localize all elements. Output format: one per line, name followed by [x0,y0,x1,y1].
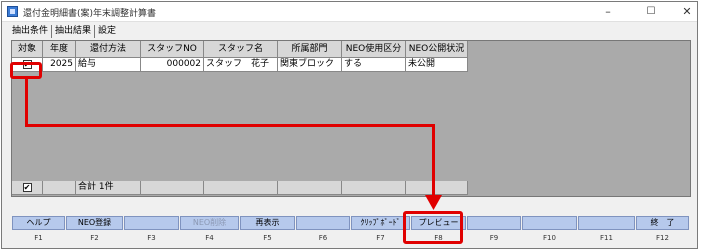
f10-button[interactable] [522,216,577,230]
fkey-label: F7 [376,234,385,242]
results-grid[interactable]: 対象 年度 還付方法 スタッフNO スタッフ名 所属部門 NEO使用区分 NEO… [11,40,691,197]
help-button[interactable]: ヘルプ [12,216,65,230]
cell-year: 2025 [43,58,76,72]
col-header-staff-no[interactable]: スタッフNO [141,41,204,58]
footer-cell [204,181,278,195]
highlight-box-preview [403,211,463,244]
f9-button[interactable] [467,216,521,230]
arrow-line-horizontal [25,124,435,127]
col-header-neo-publish[interactable]: NEO公開状況 [406,41,468,58]
cell-neo-publish: 未公開 [406,58,468,72]
neo-delete-button[interactable]: NEO削除 [180,216,239,230]
select-all-checkbox[interactable]: ✔ [22,183,32,192]
arrow-line-down [25,79,28,127]
neo-register-button[interactable]: NEO登録 [66,216,123,230]
col-header-neo-use[interactable]: NEO使用区分 [342,41,406,58]
footer-cell [141,181,204,195]
footer-cell [342,181,406,195]
maximize-icon[interactable]: ☐ [644,5,658,18]
table-row[interactable]: ✔ 2025 給与 000002 スタッフ 花子 関東ブロック する 未公開 [12,58,468,72]
clipboard-button[interactable]: ｸﾘｯﾌﾟﾎﾞｰﾄﾞ [351,216,410,230]
minimize-icon[interactable]: – [601,5,615,18]
grid-header: 対象 年度 還付方法 スタッフNO スタッフ名 所属部門 NEO使用区分 NEO… [12,41,468,58]
title-bar: 還付金明細書(案)年末調整計算書 – ☐ ✕ [2,2,697,22]
fkey-label: F12 [656,234,669,242]
fkey-label: F2 [90,234,99,242]
fkey-label: F3 [147,234,156,242]
cell-staff-name: スタッフ 花子 [204,58,278,72]
function-key-labels: F1 F2 F3 F4 F5 F6 F7 F8 F9 F10 F11 F12 [12,234,690,242]
footer-check-cell[interactable]: ✔ [12,181,43,195]
close-icon[interactable]: ✕ [680,5,694,18]
tab-settings[interactable]: 設定 [94,25,119,38]
fkey-label: F1 [34,234,43,242]
refresh-button[interactable]: 再表示 [240,216,295,230]
fkey-label: F9 [489,234,499,242]
f11-button[interactable] [578,216,635,230]
fkey-label: F10 [543,234,556,242]
f3-button[interactable] [124,216,179,230]
col-header-refund-method[interactable]: 還付方法 [76,41,141,58]
window-title: 還付金明細書(案)年末調整計算書 [23,9,157,19]
fkey-label: F11 [600,234,613,242]
tab-extract-results[interactable]: 抽出結果 [51,25,94,38]
footer-cell [278,181,342,195]
fkey-label: F6 [318,234,328,242]
footer-cell [43,181,76,195]
exit-button[interactable]: 終 了 [636,216,689,230]
footer-total: 合計 1件 [76,181,141,195]
function-key-bar: ヘルプ NEO登録 NEO削除 再表示 ｸﾘｯﾌﾟﾎﾞｰﾄﾞ プレビュー 終 了 [12,216,690,230]
tab-bar: 抽出条件 抽出結果 設定 [9,24,119,38]
cell-neo-use: する [342,58,406,72]
cell-department: 関東ブロック [278,58,342,72]
col-header-staff-name[interactable]: スタッフ名 [204,41,278,58]
fkey-label: F4 [205,234,214,242]
arrow-line-vertical [432,124,435,199]
col-header-target[interactable]: 対象 [12,41,43,58]
fkey-label: F5 [263,234,272,242]
app-icon [7,6,18,17]
col-header-year[interactable]: 年度 [43,41,76,58]
grid-footer: ✔ 合計 1件 [12,181,468,195]
arrow-head-icon [425,195,442,210]
footer-cell [406,181,468,195]
cell-staff-no: 000002 [141,58,204,72]
col-header-department[interactable]: 所属部門 [278,41,342,58]
f6-button[interactable] [296,216,350,230]
cell-refund-method: 給与 [76,58,141,72]
tab-extract-conditions[interactable]: 抽出条件 [9,25,51,38]
highlight-box-checkbox [10,62,42,79]
